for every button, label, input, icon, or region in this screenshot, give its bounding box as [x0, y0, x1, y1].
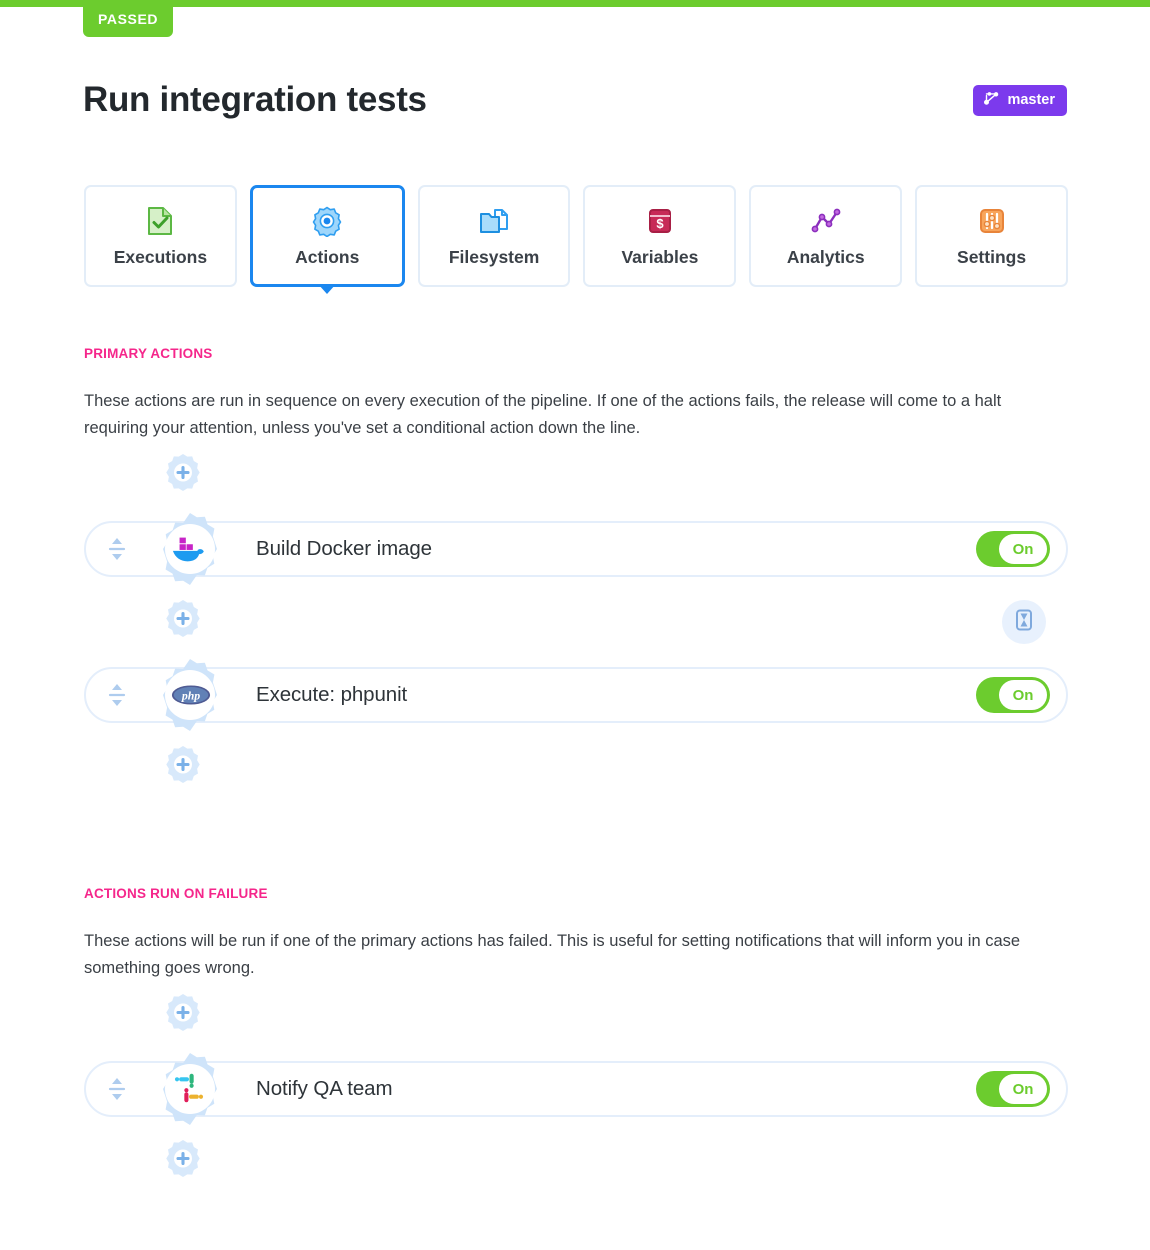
- action-timer-button[interactable]: [1002, 600, 1046, 644]
- reorder-arrows-icon[interactable]: [86, 1076, 148, 1102]
- action-title: Execute: phpunit: [256, 683, 408, 706]
- git-branch-icon: [983, 91, 1000, 110]
- action-toggle[interactable]: On: [976, 677, 1050, 713]
- folder-file-icon: [478, 205, 510, 237]
- add-action-button[interactable]: [160, 452, 206, 498]
- section-heading-failure: ACTIONS RUN ON FAILURE: [84, 886, 268, 901]
- action-toggle-label: On: [999, 680, 1047, 710]
- svg-text:$: $: [656, 216, 664, 231]
- tab-executions[interactable]: Executions: [84, 185, 237, 287]
- action-title: Build Docker image: [256, 537, 432, 560]
- primary-actions-list: Build Docker image On Execute: phpunit O…: [84, 452, 1068, 792]
- action-toggle-label: On: [999, 534, 1047, 564]
- reorder-arrows-icon[interactable]: [86, 536, 148, 562]
- hourglass-icon: [1014, 609, 1034, 636]
- reorder-arrows-icon[interactable]: [86, 682, 148, 708]
- tab-label: Variables: [621, 246, 699, 267]
- line-chart-icon: [810, 205, 842, 237]
- status-badge: PASSED: [83, 0, 174, 37]
- document-check-icon: [144, 205, 176, 237]
- section-heading-primary: PRIMARY ACTIONS: [84, 346, 213, 361]
- section-description-primary: These actions are run in sequence on eve…: [84, 392, 1002, 438]
- action-row[interactable]: Build Docker image On: [84, 521, 1068, 577]
- action-toggle[interactable]: On: [976, 1071, 1050, 1107]
- status-badge-label: PASSED: [98, 10, 159, 27]
- section-description-failure: These actions will be run if one of the …: [84, 932, 1021, 978]
- add-action-button[interactable]: [160, 744, 206, 790]
- sliders-icon: [976, 205, 1008, 237]
- dollar-box-icon: $: [644, 205, 676, 237]
- failure-actions-list: Notify QA team On: [84, 992, 1068, 1192]
- add-action-button[interactable]: [160, 992, 206, 1038]
- tab-label: Analytics: [786, 246, 865, 267]
- add-action-button[interactable]: [160, 1138, 206, 1184]
- tab-label: Executions: [113, 246, 208, 267]
- gear-icon: [311, 205, 343, 237]
- tab-label: Actions: [295, 246, 360, 267]
- tab-filesystem[interactable]: Filesystem: [417, 185, 571, 287]
- tab-label: Settings: [957, 246, 1027, 267]
- tab-variables[interactable]: $ Variables: [583, 185, 737, 287]
- action-row[interactable]: Execute: phpunit On: [84, 667, 1068, 723]
- page-title: Run integration tests: [83, 80, 427, 119]
- action-row[interactable]: Notify QA team On: [84, 1061, 1068, 1117]
- tab-actions[interactable]: Actions: [249, 185, 405, 294]
- action-toggle-label: On: [999, 1074, 1047, 1104]
- title-row: Run integration tests master: [83, 80, 1067, 120]
- tab-analytics[interactable]: Analytics: [749, 185, 903, 287]
- branch-badge[interactable]: master: [973, 84, 1067, 116]
- action-title: Notify QA team: [256, 1077, 393, 1100]
- branch-label: master: [1007, 92, 1055, 108]
- tab-settings[interactable]: Settings: [915, 185, 1068, 287]
- tab-strip: Executions Actions Filesystem $ Variable…: [84, 185, 1068, 294]
- tab-label: Filesystem: [448, 246, 540, 267]
- add-action-button[interactable]: [160, 598, 206, 644]
- action-toggle[interactable]: On: [976, 531, 1050, 567]
